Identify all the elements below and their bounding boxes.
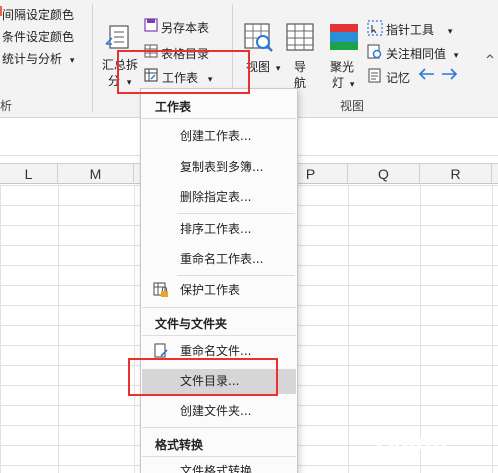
chevron-down-icon: ▾ bbox=[275, 64, 281, 74]
focus-value-icon bbox=[367, 44, 383, 63]
pointer-tool-label: 指针工具 bbox=[386, 23, 435, 37]
navigation-icon bbox=[285, 22, 317, 57]
arrow-right-icon[interactable] bbox=[440, 67, 458, 84]
menu-item-create-sheet[interactable]: 创建工作表... bbox=[142, 124, 296, 149]
menu-separator bbox=[142, 307, 296, 308]
save-sheet-button[interactable]: 另存本表 bbox=[161, 19, 209, 36]
view-group-label: 视图 bbox=[340, 99, 365, 113]
menu-separator bbox=[142, 118, 296, 119]
pointer-tool-button[interactable]: 指针工具 ▾ bbox=[386, 21, 452, 38]
menu-separator bbox=[142, 427, 296, 428]
pointer-tool-icon bbox=[367, 20, 383, 39]
spotlight-icon bbox=[328, 22, 360, 57]
column-gridline bbox=[58, 185, 59, 473]
stats-analysis-button[interactable]: 统计与分析 ▾ bbox=[2, 50, 74, 67]
chevron-down-icon: ▾ bbox=[69, 56, 75, 66]
menu-item-delete-sheet[interactable]: 删除指定表... bbox=[142, 185, 296, 210]
spotlight-button[interactable]: 聚光 bbox=[330, 58, 354, 75]
chevron-down-icon: ▾ bbox=[349, 80, 355, 90]
menu-item-copy-sheet[interactable]: 复制表到多簿... bbox=[142, 155, 296, 180]
arrow-left-icon[interactable] bbox=[418, 67, 436, 84]
left-group-label: 析 bbox=[0, 99, 13, 113]
menu-section-worksheet: 工作表 bbox=[155, 100, 192, 114]
chevron-down-icon: ▾ bbox=[447, 27, 453, 37]
menu-item-protect-sheet[interactable]: 保护工作表 bbox=[142, 278, 296, 303]
highlight-box-worksheet-button bbox=[117, 50, 250, 94]
save-sheet-icon bbox=[144, 18, 158, 35]
chevron-down-icon: ▾ bbox=[453, 51, 459, 61]
interval-color-button[interactable]: 间隔设定颜色 bbox=[2, 6, 74, 23]
condition-color-button[interactable]: 条件设定颜色 bbox=[2, 28, 74, 45]
menu-item-create-folder[interactable]: 创建文件夹... bbox=[142, 399, 296, 424]
view-button[interactable]: 视图 ▾ bbox=[246, 58, 280, 75]
spotlight-label: 灯 bbox=[332, 76, 345, 90]
worksheet-dropdown-menu: 工作表 创建工作表... 复制表到多簿... 删除指定表... 排序工作表...… bbox=[140, 88, 298, 473]
menu-separator bbox=[142, 335, 296, 336]
column-header-q[interactable]: Q bbox=[348, 164, 420, 184]
column-gridline bbox=[348, 185, 349, 473]
column-header-m[interactable]: M bbox=[58, 164, 134, 184]
menu-item-rename-sheet[interactable]: 重命名工作表... bbox=[142, 247, 296, 272]
menu-item-sort-sheets[interactable]: 排序工作表... bbox=[142, 217, 296, 242]
column-header-l[interactable]: L bbox=[0, 164, 58, 184]
menu-separator bbox=[177, 213, 295, 214]
navigation-button[interactable]: 导 bbox=[294, 58, 306, 75]
menu-separator bbox=[142, 456, 296, 457]
column-gridline bbox=[134, 185, 135, 473]
highlight-box-file-directory bbox=[128, 358, 278, 396]
watermark-text: Baidu bbox=[376, 426, 448, 456]
ribbon-separator bbox=[92, 4, 93, 112]
menu-separator bbox=[177, 275, 295, 276]
memory-icon bbox=[367, 68, 383, 87]
spotlight-button-line2[interactable]: 灯 ▾ bbox=[332, 74, 354, 91]
collapse-ribbon-icon[interactable] bbox=[485, 50, 495, 64]
memory-button[interactable]: 记忆 bbox=[386, 69, 410, 86]
focus-value-button[interactable]: 关注相同值 ▾ bbox=[386, 45, 458, 62]
baidu-watermark: Baidu bbox=[376, 426, 448, 456]
menu-item-format-convert[interactable]: 文件格式转换... bbox=[142, 459, 296, 473]
menu-section-files: 文件与文件夹 bbox=[155, 317, 228, 331]
stats-analysis-label: 统计与分析 bbox=[2, 52, 63, 66]
column-header-r[interactable]: R bbox=[420, 164, 492, 184]
menu-section-format: 格式转换 bbox=[155, 438, 204, 452]
focus-value-label: 关注相同值 bbox=[386, 47, 447, 61]
